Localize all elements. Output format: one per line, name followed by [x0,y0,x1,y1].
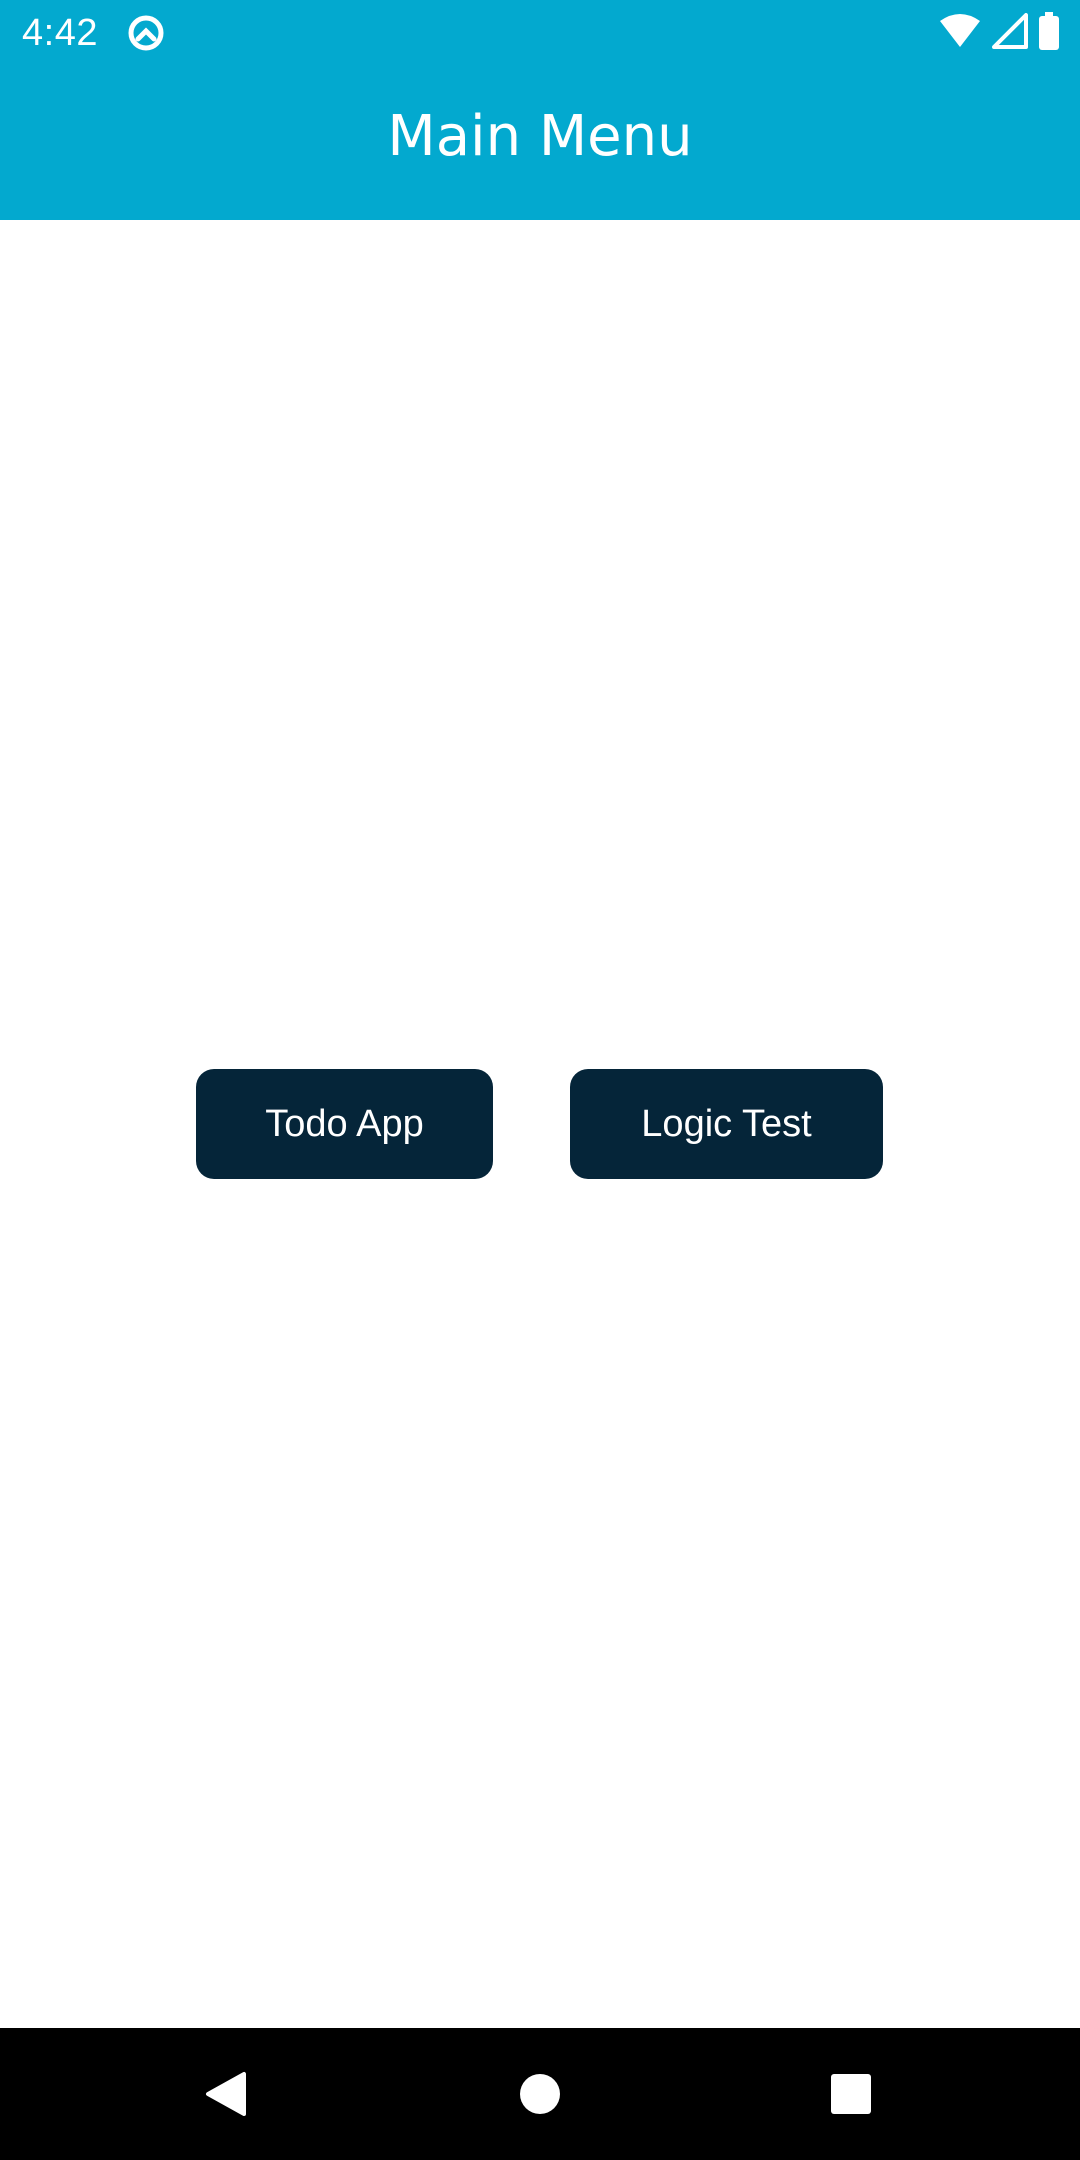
screen: 4:42 Main Menu Todo App Logic Test [0,0,1080,2160]
wifi-icon [938,13,982,54]
page-title: Main Menu [387,103,693,169]
status-icons [938,11,1060,55]
logic-test-button[interactable]: Logic Test [570,1069,883,1179]
battery-icon [1038,11,1060,55]
home-icon[interactable] [474,2028,606,2160]
todo-app-button[interactable]: Todo App [196,1069,493,1179]
status-time: 4:42 [22,12,98,54]
back-icon[interactable] [160,2028,292,2160]
navigation-bar [0,2028,1080,2160]
sync-circle-icon [126,13,166,53]
signal-icon [992,12,1028,54]
status-bar: 4:42 [0,0,1080,66]
main-content: Todo App Logic Test [0,220,1080,2028]
app-bar: Main Menu [0,66,1080,220]
recents-icon[interactable] [785,2028,917,2160]
